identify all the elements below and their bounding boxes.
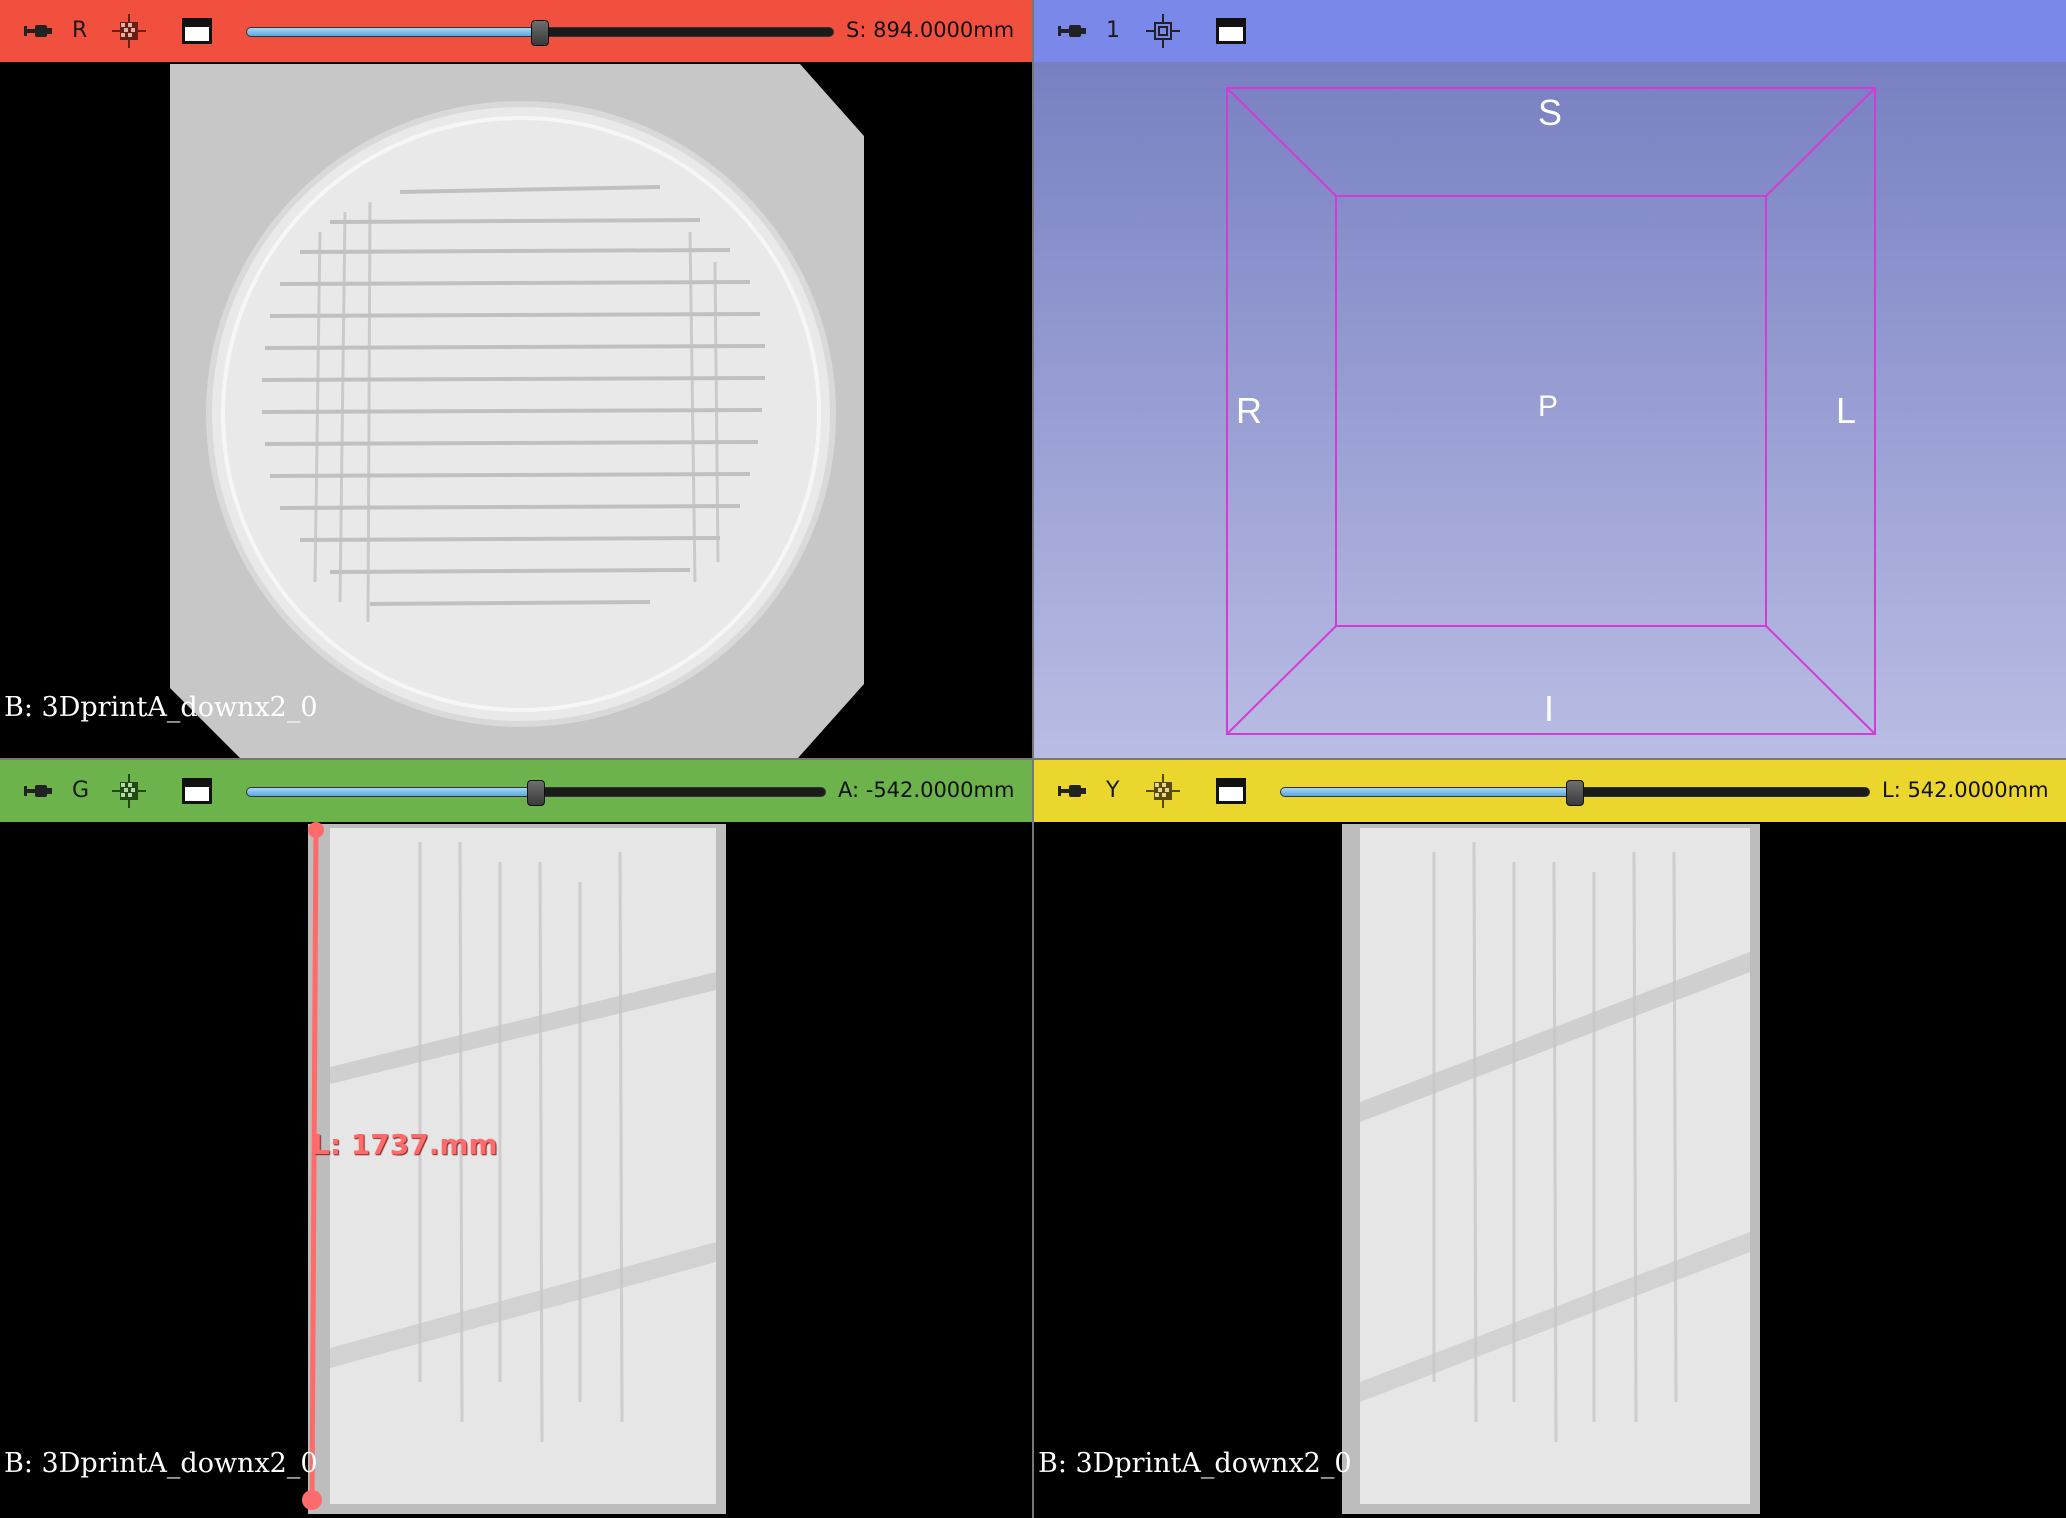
slider-handle[interactable] — [531, 20, 549, 46]
yellow-slice-view[interactable]: Y L: 542.0000mm B: 3DprintA_downx2_0 — [1034, 760, 2066, 1518]
horizontal-divider[interactable] — [0, 758, 2066, 760]
volume-caption: B: 3DprintA_downx2_0 — [4, 692, 318, 723]
red-slice-view[interactable]: R S: 894.0000mm B: 3DprintA_downx2_0 — [0, 0, 1032, 758]
slice-layers-icon[interactable] — [112, 14, 146, 48]
slider-fill — [247, 788, 536, 796]
slice-offset-value: L: 542.0000mm — [1882, 778, 2049, 802]
maximize-view-icon[interactable] — [1216, 778, 1246, 804]
green-slice-view[interactable]: G A: -542.0000mm L: 1737.mm B: 3DprintA_… — [0, 760, 1032, 1518]
slice-offset-slider[interactable] — [246, 780, 826, 806]
slice-offset-value: A: -542.0000mm — [838, 778, 1015, 802]
pin-icon[interactable] — [1056, 782, 1088, 800]
slice-offset-value: S: 894.0000mm — [846, 18, 1015, 42]
maximize-view-icon[interactable] — [182, 18, 212, 44]
maximize-view-icon[interactable] — [182, 778, 212, 804]
threed-view[interactable]: 1 S I R L P — [1034, 0, 2066, 758]
slice-offset-slider[interactable] — [246, 20, 834, 46]
pin-icon[interactable] — [1056, 22, 1088, 40]
orientation-label-posterior: P — [1538, 390, 1559, 423]
center-view-icon[interactable] — [1146, 14, 1180, 48]
view-label: G — [72, 778, 90, 803]
threed-view-controller-bar: 1 — [1034, 0, 2066, 62]
slider-handle[interactable] — [527, 780, 545, 806]
axial-slice-image[interactable] — [0, 62, 1032, 758]
view-label: 1 — [1106, 18, 1120, 43]
orientation-label-inferior: I — [1544, 688, 1555, 729]
maximize-view-icon[interactable] — [1216, 18, 1246, 44]
slider-fill — [1281, 788, 1575, 796]
yellow-view-controller-bar: Y L: 542.0000mm — [1034, 760, 2066, 822]
slice-layers-icon[interactable] — [112, 774, 146, 808]
ruler-end-handle — [302, 1490, 322, 1510]
red-view-controller-bar: R S: 894.0000mm — [0, 0, 1032, 62]
slider-fill — [247, 28, 540, 36]
orientation-label-right: R — [1236, 390, 1262, 431]
slice-offset-slider[interactable] — [1280, 780, 1870, 806]
coronal-slice-image[interactable] — [0, 822, 1032, 1518]
view-label: Y — [1106, 778, 1120, 803]
orientation-label-superior: S — [1538, 92, 1563, 133]
ruler-start-handle — [308, 822, 324, 838]
green-view-controller-bar: G A: -542.0000mm — [0, 760, 1032, 822]
volume-caption: B: 3DprintA_downx2_0 — [1038, 1448, 1352, 1479]
view-label: R — [72, 18, 88, 43]
sagittal-slice-image[interactable] — [1034, 822, 2066, 1518]
slice-layers-icon[interactable] — [1146, 774, 1180, 808]
ruler-measurement-label[interactable]: L: 1737.mm — [312, 1128, 498, 1161]
slider-handle[interactable] — [1566, 780, 1584, 806]
pin-icon[interactable] — [22, 782, 54, 800]
pin-icon[interactable] — [22, 22, 54, 40]
orientation-label-left: L — [1836, 390, 1857, 431]
volume-caption: B: 3DprintA_downx2_0 — [4, 1448, 318, 1479]
